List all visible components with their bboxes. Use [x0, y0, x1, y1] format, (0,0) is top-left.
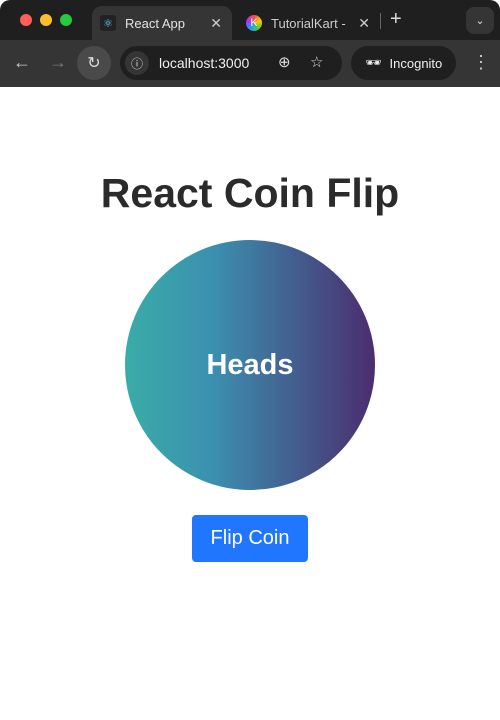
close-tab-icon[interactable]: ✕	[210, 15, 222, 32]
tab-bar: ⚛ React App ✕ K TutorialKart - ✕ + ⌄	[0, 0, 500, 40]
incognito-icon: 🕶	[365, 55, 382, 70]
zoom-icon[interactable]: ⊕	[278, 53, 291, 71]
star-icon[interactable]: ☆	[310, 53, 323, 71]
back-icon[interactable]: ←	[13, 52, 31, 73]
react-icon: ⚛	[100, 15, 116, 31]
tab-title: React App	[125, 15, 185, 31]
tab-title: TutorialKart -	[271, 15, 346, 31]
page-title: React Coin Flip	[100, 170, 400, 216]
new-tab-icon[interactable]: +	[390, 8, 402, 31]
coin-face-label: Heads	[206, 348, 294, 381]
minimize-window-button[interactable]	[40, 14, 52, 26]
close-window-button[interactable]	[20, 14, 32, 26]
tab-divider	[380, 13, 381, 29]
info-icon[interactable]: ⓘ	[125, 51, 149, 75]
address-bar[interactable]: ⓘ localhost:3000 ⊕ ☆	[120, 46, 342, 80]
tutorialkart-icon: K	[246, 15, 262, 31]
close-tab-icon[interactable]: ✕	[358, 15, 370, 32]
incognito-label: Incognito	[389, 55, 443, 71]
coin: Heads	[125, 240, 375, 490]
tab-tutorialkart[interactable]: K TutorialKart - ✕	[240, 6, 380, 40]
chevron-down-icon[interactable]: ⌄	[466, 7, 494, 34]
flip-coin-button[interactable]: Flip Coin	[192, 515, 308, 562]
url-text[interactable]: localhost:3000	[159, 55, 249, 71]
maximize-window-button[interactable]	[60, 14, 72, 26]
reload-icon[interactable]: ↻	[77, 46, 111, 80]
more-menu-icon[interactable]: ⋮	[472, 52, 490, 73]
tab-react-app[interactable]: ⚛ React App ✕	[92, 6, 232, 40]
forward-icon[interactable]: →	[49, 52, 67, 73]
incognito-button[interactable]: 🕶 Incognito	[351, 46, 456, 80]
toolbar: ← → ↻ ⓘ localhost:3000 ⊕ ☆ 🕶 Incognito ⋮	[0, 40, 500, 87]
